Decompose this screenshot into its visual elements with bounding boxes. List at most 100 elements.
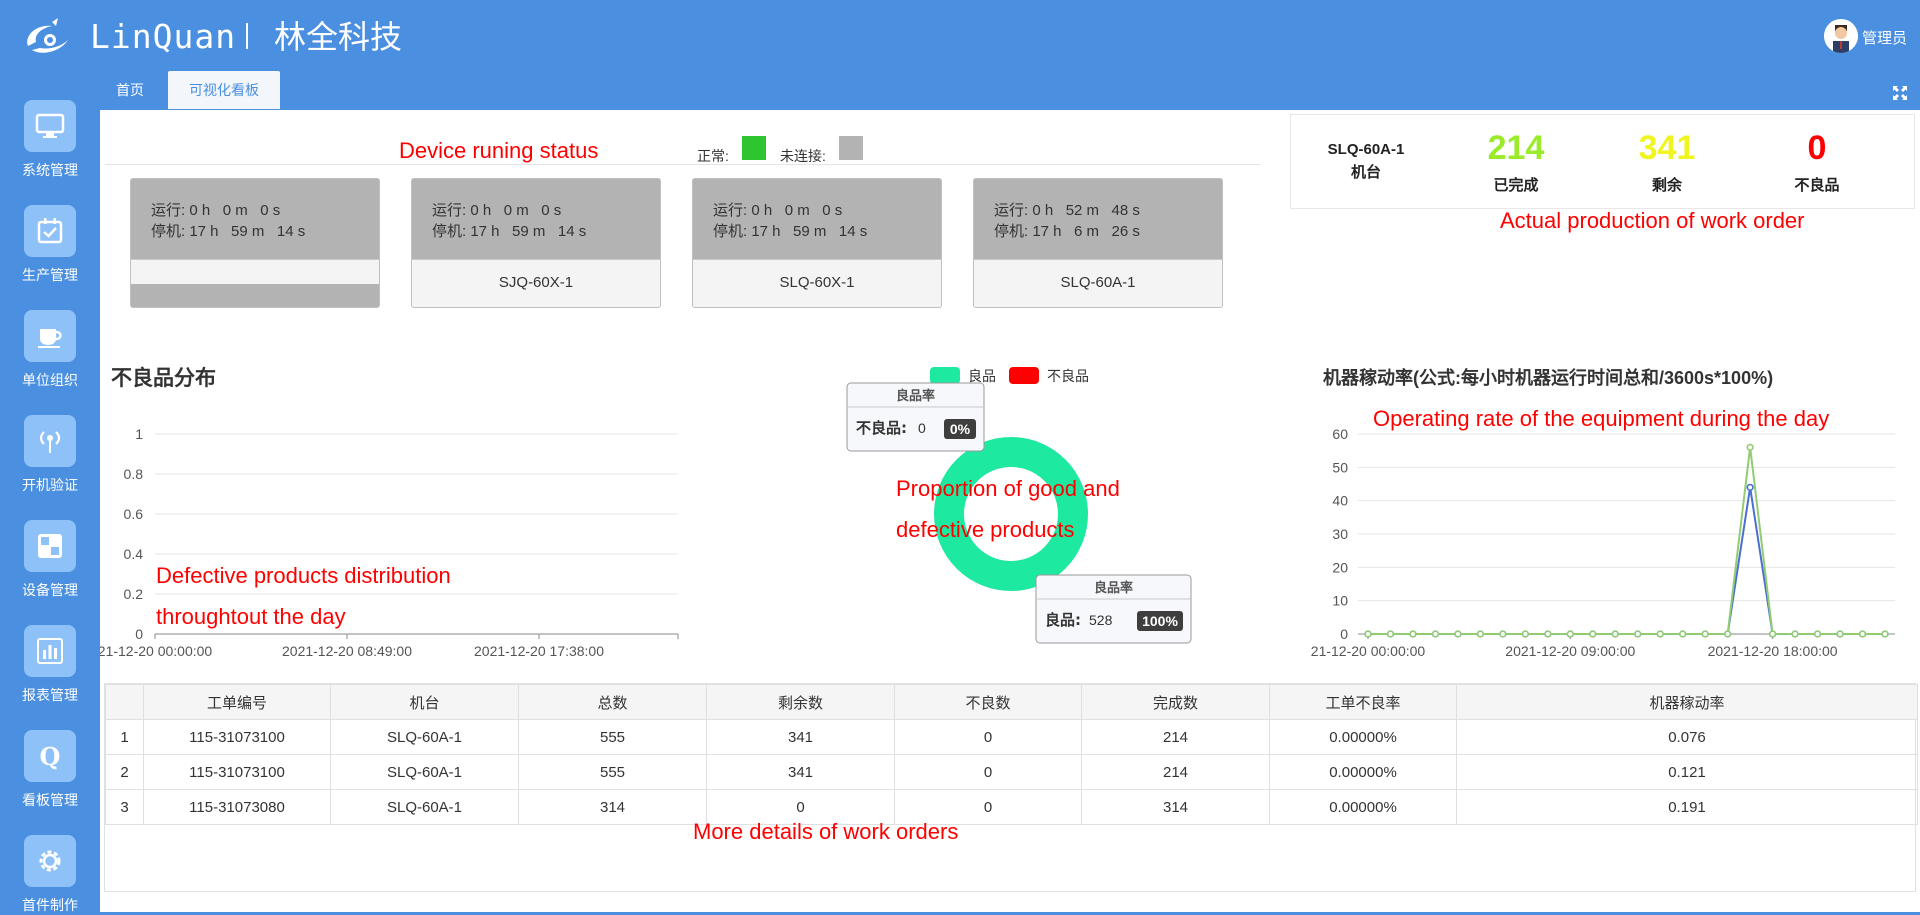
table-cell: SLQ-60A-1 [330, 719, 519, 755]
device-run-time: 运行: 0 h 0 m 0 s [151, 202, 281, 219]
table-cell: 0.121 [1456, 754, 1918, 790]
device-card-status: 运行: 0 h 0 m 0 s 停机: 17 h 59 m 14 s [412, 179, 660, 259]
device-name: SLQ-60X-1 [693, 259, 941, 307]
data-point [1409, 630, 1417, 638]
table-header[interactable]: 工单编号 [143, 684, 331, 720]
data-point [1544, 630, 1552, 638]
q-icon: Q [24, 730, 76, 782]
table-header [105, 684, 144, 720]
production-defective-label: 不良品 [1794, 177, 1840, 194]
sidebar-item-device[interactable]: 设备管理 [0, 520, 100, 620]
sidebar-item-label: 系统管理 [22, 162, 78, 178]
data-point [1813, 630, 1822, 638]
table-cell: 214 [1081, 719, 1270, 755]
gear-icon [24, 835, 76, 887]
table-row[interactable]: 3 115-31073080 SLQ-60A-1 314 0 0 314 0.0… [105, 789, 1918, 825]
sidebar-item-label: 开机验证 [22, 477, 78, 493]
data-point [1589, 630, 1597, 638]
table-cell: 555 [518, 754, 707, 790]
device-card-status: 运行: 0 h 52 m 48 s 停机: 17 h 6 m 26 s [974, 179, 1222, 259]
tooltip-label: 不良品: [856, 419, 907, 437]
fullscreen-icon[interactable] [1892, 85, 1908, 101]
annotation-proportion-2: defective products [896, 517, 1075, 542]
data-point [1746, 483, 1754, 491]
data-point [1858, 630, 1867, 638]
device-name [131, 259, 379, 284]
table-header[interactable]: 机器稼动率 [1456, 684, 1918, 720]
annotation-proportion-1: Proportion of good and [896, 476, 1120, 501]
operating-rate-title: 机器稼动率(公式:每小时机器运行时间总和/3600s*100%) [1323, 368, 1774, 388]
device-card[interactable]: 运行: 0 h 0 m 0 s 停机: 17 h 59 m 14 s SLQ-6… [692, 178, 942, 308]
table-cell: 555 [518, 719, 707, 755]
data-point [1791, 630, 1799, 638]
quality-donut-chart: 良品 不良品良品率不良品: 0 0%良品率良品: 528 100% [846, 367, 1192, 644]
signal-icon [24, 415, 76, 467]
device-grid-icon [24, 520, 76, 572]
legend-normal-swatch [742, 136, 766, 160]
data-point [1431, 630, 1440, 638]
sidebar-item-board[interactable]: Q 看板管理 [0, 730, 100, 830]
x-tick-label: 21-12-20 00:00:00 [1311, 643, 1426, 659]
sidebar-item-reports[interactable]: 报表管理 [0, 625, 100, 725]
table-header[interactable]: 不良数 [894, 684, 1082, 720]
sidebar-item-first-article[interactable]: 首件制作 [0, 835, 100, 915]
cup-icon [24, 310, 76, 362]
y-tick-label: 0.4 [124, 546, 144, 562]
tab-visual-board[interactable]: 可视化看板 [168, 71, 280, 109]
table-header[interactable]: 总数 [518, 684, 707, 720]
table-header[interactable]: 剩余数 [706, 684, 895, 720]
device-run-time: 运行: 0 h 0 m 0 s [432, 202, 562, 219]
table-header[interactable]: 机台 [330, 684, 519, 720]
sidebar-item-production[interactable]: 生产管理 [0, 205, 100, 305]
table-cell: 2 [105, 754, 144, 790]
defect-chart-title: 不良品分布 [111, 367, 216, 390]
legend-disconnected-label: 未连接: [780, 148, 826, 164]
top-header: LinQuan 林全科技 管理员 [0, 0, 1920, 74]
table-header-row: 工单编号 机台 总数 剩余数 不良数 完成数 工单不良率 机器稼动率 [105, 684, 1918, 720]
tab-home[interactable]: 首页 [100, 71, 160, 109]
x-tick-label: 2021-12-20 08:49:00 [282, 643, 412, 659]
annotation-operating-rate: Operating rate of the equipment during t… [1373, 406, 1830, 431]
brand-name: LinQuan [90, 17, 237, 56]
sidebar-item-label: 设备管理 [22, 582, 78, 598]
table-cell: SLQ-60A-1 [330, 789, 519, 825]
device-stop-time: 停机: 17 h 59 m 14 s [713, 223, 868, 240]
device-card-status: 运行: 0 h 0 m 0 s 停机: 17 h 59 m 14 s [131, 179, 379, 259]
table-row[interactable]: 1 115-31073100 SLQ-60A-1 555 341 0 214 0… [105, 719, 1918, 755]
device-stop-time: 停机: 17 h 6 m 26 s [994, 223, 1140, 240]
sidebar-item-label: 看板管理 [22, 792, 78, 808]
production-completed-label: 已完成 [1493, 177, 1539, 194]
data-point [1656, 630, 1664, 638]
table-cell: 0.00000% [1269, 719, 1457, 755]
data-point [1386, 630, 1395, 638]
data-point [1454, 630, 1462, 638]
y-tick-label: 0 [135, 626, 143, 642]
sidebar-item-startup-verify[interactable]: 开机验证 [0, 415, 100, 515]
table-cell: 115-31073100 [143, 719, 331, 755]
user-avatar-icon [1824, 19, 1858, 53]
user-avatar[interactable] [1824, 19, 1858, 53]
tooltip-title: 良品率 [1094, 580, 1133, 596]
x-tick-label: 2021-12-20 17:38:00 [474, 643, 604, 659]
tooltip: 良品率良品: 528 100% [1035, 574, 1192, 644]
sidebar-item-label: 生产管理 [22, 267, 78, 283]
linquan-logo-icon [27, 18, 68, 53]
production-remaining-label: 剩余 [1651, 177, 1682, 194]
user-name[interactable]: 管理员 [1862, 27, 1907, 48]
table-header[interactable]: 完成数 [1081, 684, 1270, 720]
data-point [1521, 630, 1529, 638]
device-card[interactable]: 运行: 0 h 52 m 48 s 停机: 17 h 6 m 26 s SLQ-… [973, 178, 1223, 308]
sidebar-item-system[interactable]: 系统管理 [0, 100, 100, 200]
table-row[interactable]: 2 115-31073100 SLQ-60A-1 555 341 0 214 0… [105, 754, 1918, 790]
table-cell: 3 [105, 789, 144, 825]
tooltip-value: 528 [1089, 612, 1113, 628]
device-card[interactable]: 运行: 0 h 0 m 0 s 停机: 17 h 59 m 14 s SJQ-6… [411, 178, 661, 308]
table-cell: 0 [894, 719, 1082, 755]
calendar-check-icon [24, 205, 76, 257]
device-card[interactable]: 运行: 0 h 0 m 0 s 停机: 17 h 59 m 14 s [130, 178, 380, 308]
tooltip-label: 良品: [1045, 611, 1081, 629]
device-stop-time: 停机: 17 h 59 m 14 s [432, 223, 587, 240]
legend-label-defective: 不良品 [1047, 369, 1089, 385]
sidebar-item-organization[interactable]: 单位组织 [0, 310, 100, 410]
table-header[interactable]: 工单不良率 [1269, 684, 1457, 720]
